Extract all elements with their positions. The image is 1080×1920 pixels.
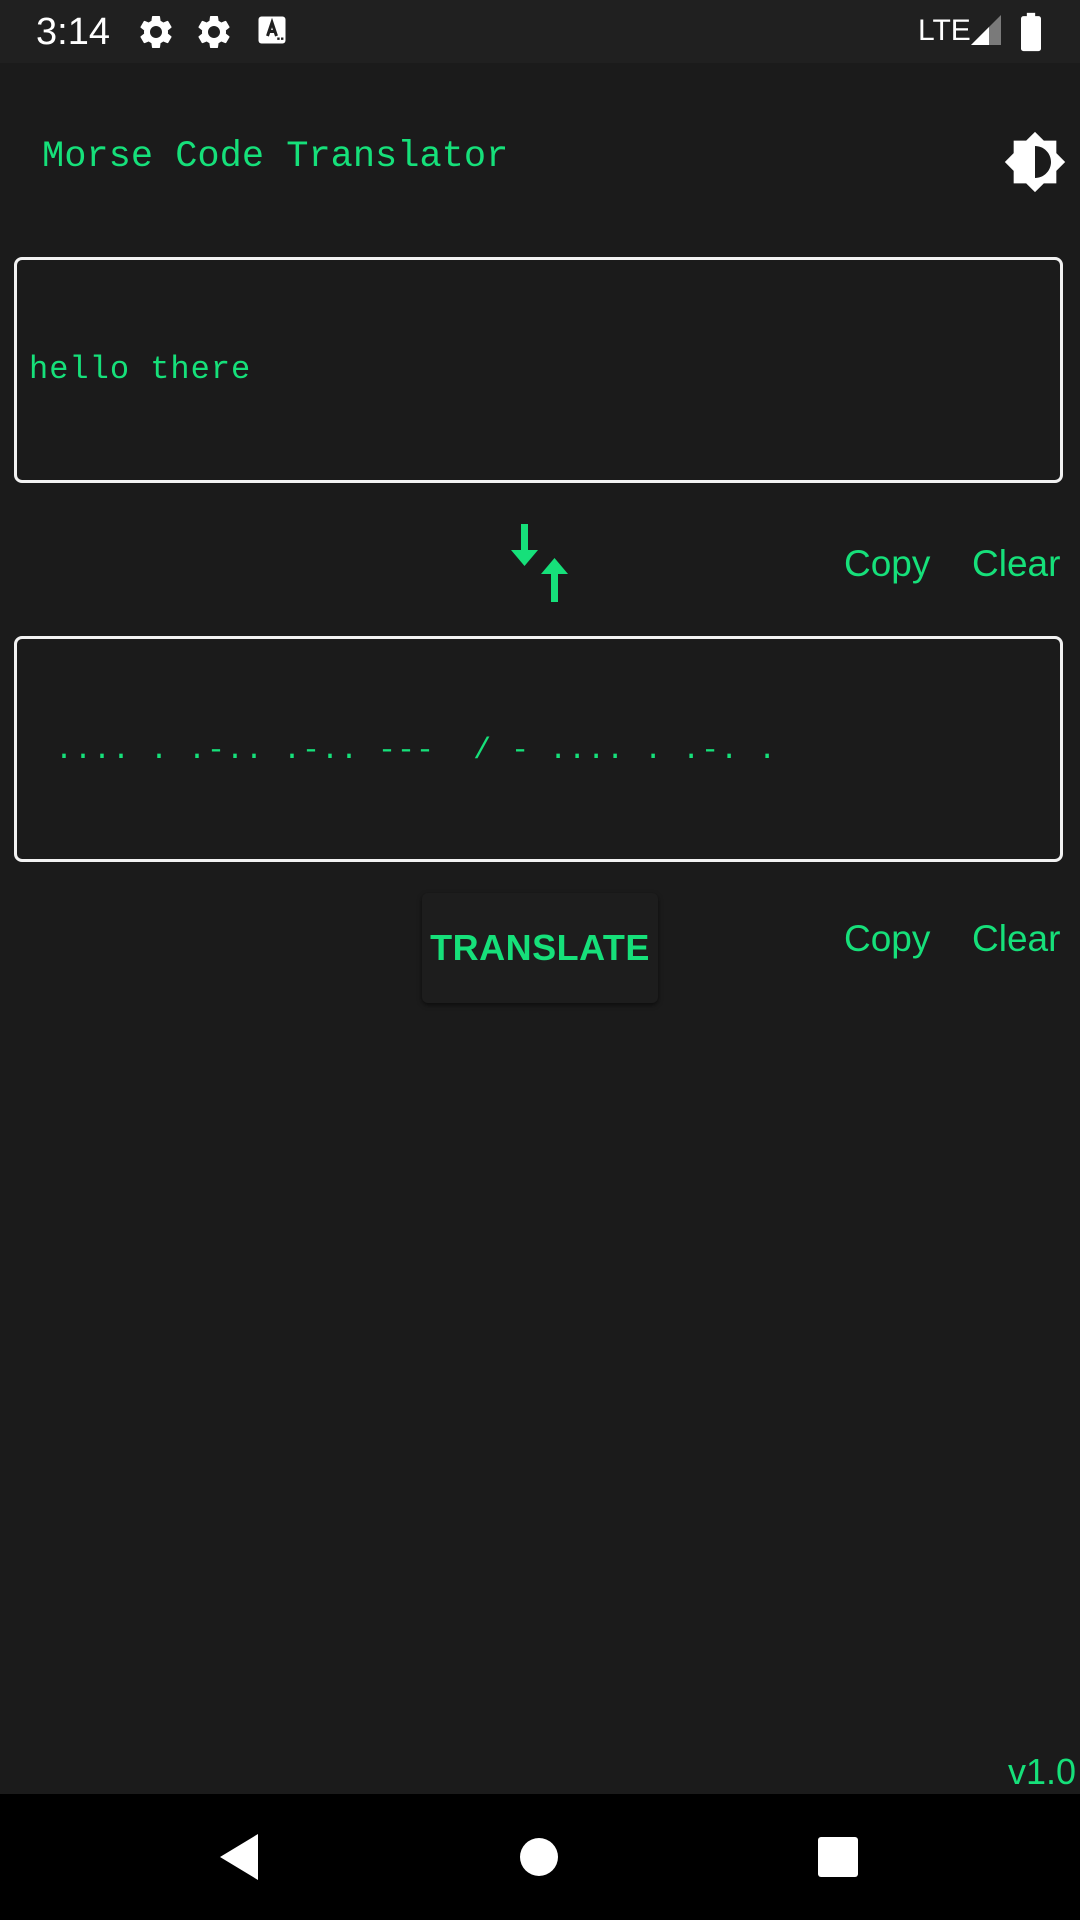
signal-icon (968, 12, 1008, 52)
status-bar: 3:14 LTE (0, 0, 1080, 63)
page-title: Morse Code Translator (42, 136, 509, 178)
settings-icon (194, 12, 234, 52)
status-time: 3:14 (36, 11, 110, 53)
back-icon (206, 1834, 272, 1893)
swap-button[interactable] (508, 520, 574, 606)
copy-input-button[interactable]: Copy (844, 542, 930, 586)
recents-icon (805, 1837, 871, 1893)
output-text-box: .... . .-.. .-.. --- / - .... . .-. . (14, 636, 1063, 862)
text-recognition-icon (254, 12, 294, 52)
theme-toggle-button[interactable] (1003, 130, 1067, 194)
version-label: v1.0 (1008, 1751, 1077, 1792)
battery-icon (1016, 12, 1056, 52)
input-text-box (14, 257, 1063, 483)
brightness-contrast-icon (1003, 131, 1067, 197)
back-button[interactable] (206, 1824, 272, 1890)
copy-output-button[interactable]: Copy (844, 917, 930, 961)
translate-button[interactable]: TRANSLATE (422, 893, 658, 1003)
home-button[interactable] (506, 1824, 572, 1890)
navigation-bar (0, 1794, 1080, 1920)
clear-input-button[interactable]: Clear (972, 542, 1060, 586)
settings-icon (136, 12, 176, 52)
home-icon (506, 1838, 572, 1893)
swap-vertical-icon (508, 524, 574, 609)
plain-text-input[interactable] (29, 350, 1039, 390)
network-type: LTE (918, 14, 971, 47)
recents-button[interactable] (805, 1824, 871, 1890)
morse-output[interactable]: .... . .-.. .-.. --- / - .... . .-. . (55, 731, 777, 771)
clear-output-button[interactable]: Clear (972, 917, 1060, 961)
